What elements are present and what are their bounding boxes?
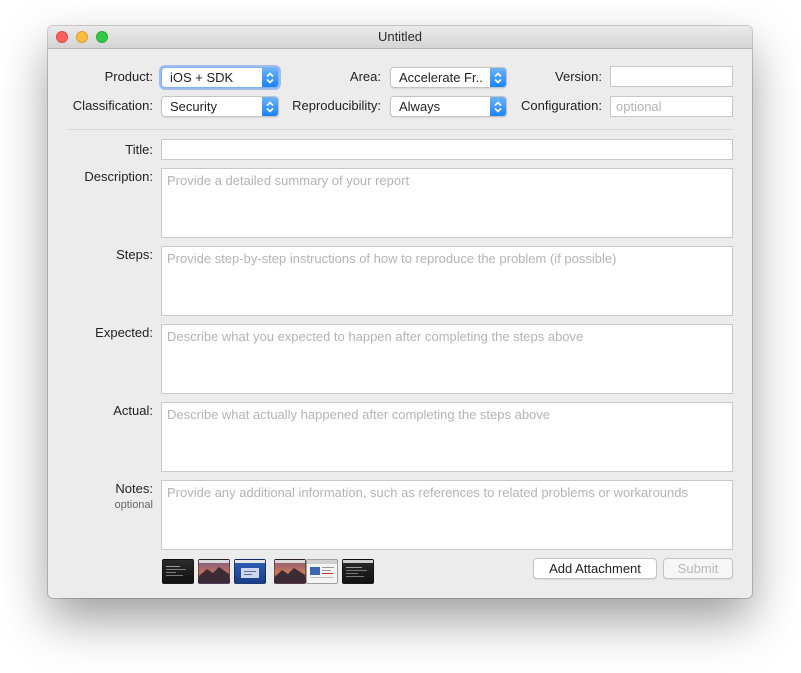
- header-separator: [68, 129, 732, 130]
- product-value: iOS + SDK: [170, 70, 234, 85]
- chevron-up-down-icon: [494, 101, 502, 113]
- notes-label: Notes:: [115, 481, 153, 496]
- version-field[interactable]: [610, 66, 733, 87]
- reproducibility-label: Reproducibility:: [292, 98, 381, 113]
- classification-value: Security: [170, 99, 217, 114]
- attachment-thumbnail-wallpaper-1[interactable]: [198, 559, 230, 584]
- bug-report-window: Untitled Product: iOS + SDK Area: Accele…: [48, 26, 752, 598]
- configuration-field[interactable]: [610, 96, 733, 117]
- attachment-thumbnail-browser-window[interactable]: [306, 559, 338, 584]
- notes-textarea[interactable]: [161, 480, 733, 550]
- version-label: Version:: [555, 69, 602, 84]
- steps-textarea[interactable]: [161, 246, 733, 316]
- chevron-up-down-icon: [266, 72, 274, 84]
- area-stepper: [490, 68, 506, 87]
- steps-label: Steps:: [116, 247, 153, 262]
- description-label: Description:: [84, 169, 153, 184]
- product-label: Product:: [104, 69, 153, 84]
- add-attachment-button[interactable]: Add Attachment: [533, 558, 657, 579]
- area-label: Area:: [349, 69, 381, 84]
- title-field[interactable]: [161, 139, 733, 160]
- attachment-thumbnail-wallpaper-2[interactable]: [274, 559, 306, 584]
- title-label: Title:: [125, 142, 153, 157]
- attachment-thumbnail-blue-window[interactable]: [234, 559, 266, 584]
- reproducibility-popup[interactable]: Always: [390, 96, 507, 117]
- attachment-thumbnail-terminal-2[interactable]: [342, 559, 374, 584]
- notes-optional-label: optional: [114, 499, 153, 511]
- actual-textarea[interactable]: [161, 402, 733, 472]
- window-title: Untitled: [377, 29, 423, 44]
- reproducibility-stepper: [490, 97, 506, 116]
- title-bar[interactable]: Untitled: [48, 26, 752, 49]
- classification-popup[interactable]: Security: [161, 96, 279, 117]
- attachment-thumbnail-terminal-1[interactable]: [162, 559, 194, 584]
- description-textarea[interactable]: [161, 168, 733, 238]
- expected-textarea[interactable]: [161, 324, 733, 394]
- product-popup[interactable]: iOS + SDK: [161, 67, 279, 88]
- chevron-up-down-icon: [266, 101, 274, 113]
- classification-stepper: [262, 97, 278, 116]
- chevron-up-down-icon: [494, 72, 502, 84]
- product-stepper: [262, 68, 278, 87]
- expected-label: Expected:: [95, 325, 153, 340]
- submit-button[interactable]: Submit: [663, 558, 733, 579]
- area-value: Accelerate Fr...: [399, 70, 484, 85]
- area-popup[interactable]: Accelerate Fr...: [390, 67, 507, 88]
- reproducibility-value: Always: [399, 99, 441, 114]
- actual-label: Actual:: [113, 403, 153, 418]
- classification-label: Classification:: [72, 98, 153, 113]
- configuration-label: Configuration:: [521, 98, 602, 113]
